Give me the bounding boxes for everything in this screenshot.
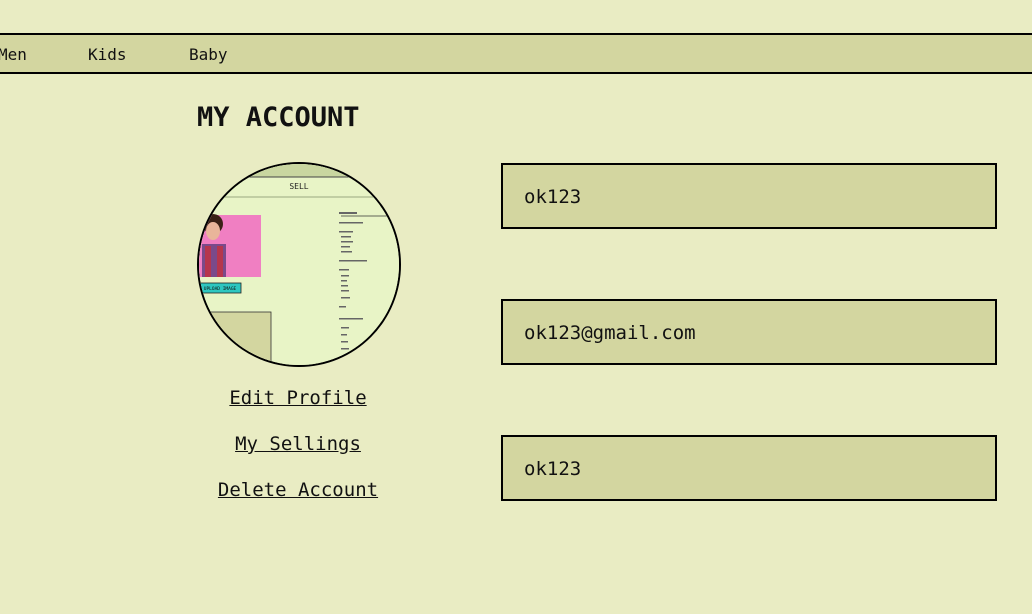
- avatar-thumb-header: SELL: [289, 182, 308, 191]
- edit-profile-link[interactable]: Edit Profile: [198, 387, 398, 409]
- nav-link-kids[interactable]: Kids: [88, 45, 127, 64]
- profile-avatar: SELL UPLOAD IMAGE: [197, 162, 401, 367]
- top-navbar: Men Kids Baby: [0, 33, 1032, 74]
- email-field[interactable]: ok123@gmail.com: [501, 299, 997, 365]
- delete-account-link[interactable]: Delete Account: [198, 479, 398, 501]
- page-title: MY ACCOUNT: [197, 102, 360, 133]
- avatar-thumb-button: UPLOAD IMAGE: [204, 286, 237, 292]
- avatar-screenshot-image: SELL UPLOAD IMAGE: [199, 164, 399, 365]
- password-field[interactable]: ok123: [501, 435, 997, 501]
- nav-link-baby[interactable]: Baby: [189, 45, 228, 64]
- nav-link-men[interactable]: Men: [0, 45, 27, 64]
- my-sellings-link[interactable]: My Sellings: [198, 433, 398, 455]
- username-field[interactable]: ok123: [501, 163, 997, 229]
